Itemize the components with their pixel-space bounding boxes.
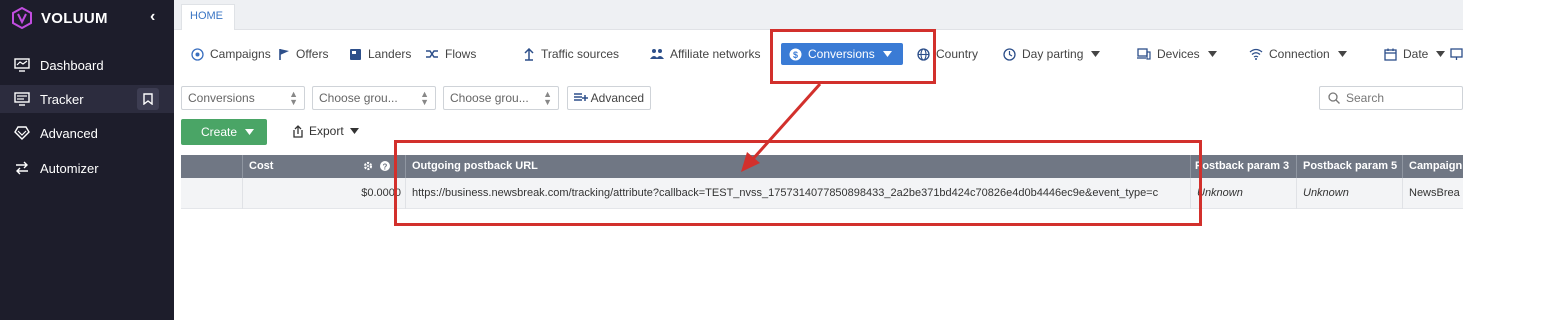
help-icon[interactable]: ? (380, 161, 390, 171)
sidebar-item-label: Advanced (40, 125, 98, 141)
devices-icon (1137, 48, 1151, 60)
gear-icon[interactable] (363, 161, 373, 171)
sidebar-item-label: Automizer (40, 160, 99, 176)
caret-down-icon (1436, 51, 1446, 57)
export-label: Export (309, 124, 344, 138)
advanced-label: Advanced (590, 91, 645, 105)
group-connection[interactable]: Connection (1249, 44, 1353, 64)
select-value: Choose grou... (450, 91, 529, 105)
sidebar-item-automizer[interactable]: Automizer (0, 154, 174, 182)
filter-plus-icon (574, 93, 588, 101)
group-offers[interactable]: Offers (278, 44, 328, 64)
group-landers[interactable]: Landers (349, 44, 411, 64)
caret-down-icon (1207, 51, 1217, 57)
brand-name: VOLUUM (41, 10, 108, 27)
spinner-arrows-icon: ▲ ▼ (543, 89, 552, 107)
group-label: Day parting (1022, 47, 1084, 61)
advanced-button[interactable]: Advanced (567, 86, 652, 110)
select-value: Choose grou... (319, 91, 398, 105)
bookmark-icon[interactable] (137, 88, 159, 110)
calendar-icon (1384, 48, 1397, 61)
spinner-arrows-icon: ▲ ▼ (420, 89, 429, 107)
grouping-select-2[interactable]: Choose grou... ▲ ▼ (312, 86, 436, 110)
group-more[interactable] (1450, 44, 1469, 64)
cell-cost: $0.0000 (243, 178, 406, 209)
search-placeholder: Search (1346, 91, 1385, 105)
select-value: Conversions (188, 91, 255, 105)
logo-row: VOLUUM ‹ (0, 0, 174, 40)
tab-bar: HOME (174, 0, 1463, 30)
group-flows[interactable]: Flows (425, 44, 476, 64)
sidebar: VOLUUM ‹ Dashboard Tracker Advanced Auto… (0, 0, 174, 320)
lander-icon (350, 48, 361, 60)
row-select-cell[interactable] (181, 178, 243, 209)
wifi-icon (1249, 48, 1263, 60)
spinner-arrows-icon: ▲ ▼ (289, 89, 298, 107)
svg-text:?: ? (383, 163, 388, 172)
column-label: Cost (249, 160, 274, 172)
cell-postback-param-5: Unknown (1297, 178, 1403, 209)
caret-down-icon (245, 129, 255, 135)
group-traffic-sources[interactable]: Traffic sources (523, 44, 619, 64)
column-header-campaign[interactable]: Campaign (1403, 155, 1471, 178)
grouping-select-1[interactable]: Conversions ▲ ▼ (181, 86, 305, 110)
group-date[interactable]: Date (1384, 44, 1451, 64)
column-header-postback-param-5[interactable]: Postback param 5 (1297, 155, 1403, 178)
group-day-parting[interactable]: Day parting (1003, 44, 1106, 64)
target-icon (191, 47, 204, 61)
automizer-icon (12, 160, 32, 176)
group-campaigns[interactable]: Campaigns (191, 44, 271, 64)
flows-icon (426, 50, 438, 58)
column-header-cost[interactable]: Cost ? (243, 155, 406, 178)
group-label: Campaigns (210, 47, 271, 61)
dashboard-icon (12, 57, 32, 73)
caret-down-icon (349, 128, 359, 134)
group-label: Landers (368, 47, 412, 61)
flag-icon (279, 48, 289, 60)
people-icon (650, 49, 664, 59)
monitor-icon (1450, 47, 1463, 60)
group-label: Affiliate networks (670, 47, 761, 61)
sidebar-item-dashboard[interactable]: Dashboard (0, 51, 174, 79)
group-devices[interactable]: Devices (1137, 44, 1223, 64)
traffic-source-icon (524, 47, 534, 61)
clock-icon (1003, 47, 1016, 61)
create-label: Create (201, 125, 238, 139)
voluum-logo-icon (12, 7, 32, 29)
group-affiliate-networks[interactable]: Affiliate networks (650, 44, 761, 64)
advanced-icon (12, 125, 32, 141)
cell-campaign: NewsBrea (1409, 187, 1460, 199)
sidebar-item-label: Tracker (40, 91, 84, 107)
tracker-icon (12, 91, 32, 107)
collapse-sidebar-icon[interactable]: ‹ (150, 8, 168, 28)
caret-down-icon (1337, 51, 1347, 57)
search-icon (1328, 92, 1340, 104)
caret-down-icon (1091, 51, 1101, 57)
group-label: Traffic sources (541, 47, 620, 61)
group-label: Connection (1269, 47, 1330, 61)
group-label: Devices (1157, 47, 1200, 61)
group-label: Date (1403, 47, 1429, 61)
group-label: Offers (296, 47, 329, 61)
sidebar-item-label: Dashboard (40, 57, 104, 73)
tab-home[interactable]: HOME (181, 4, 235, 30)
group-label: Flows (445, 47, 477, 61)
select-column-header (181, 155, 243, 178)
search-input[interactable]: Search (1319, 86, 1463, 110)
export-button[interactable]: Export (292, 124, 359, 138)
annotation-highlight-postback-url (394, 140, 1202, 226)
sidebar-item-advanced[interactable]: Advanced (0, 119, 174, 147)
column-header-postback-param-3[interactable]: Postback param 3 (1191, 155, 1297, 178)
filter-bar: Conversions ▲ ▼ Choose grou... ▲ ▼ Choose … (174, 86, 1463, 110)
cell-postback-param-3: Unknown (1191, 178, 1297, 209)
group-label: Country (936, 47, 979, 61)
export-icon (293, 124, 303, 138)
create-button[interactable]: Create (181, 119, 267, 145)
grouping-select-3[interactable]: Choose grou... ▲ ▼ (443, 86, 559, 110)
annotation-highlight-conversions (770, 29, 936, 84)
